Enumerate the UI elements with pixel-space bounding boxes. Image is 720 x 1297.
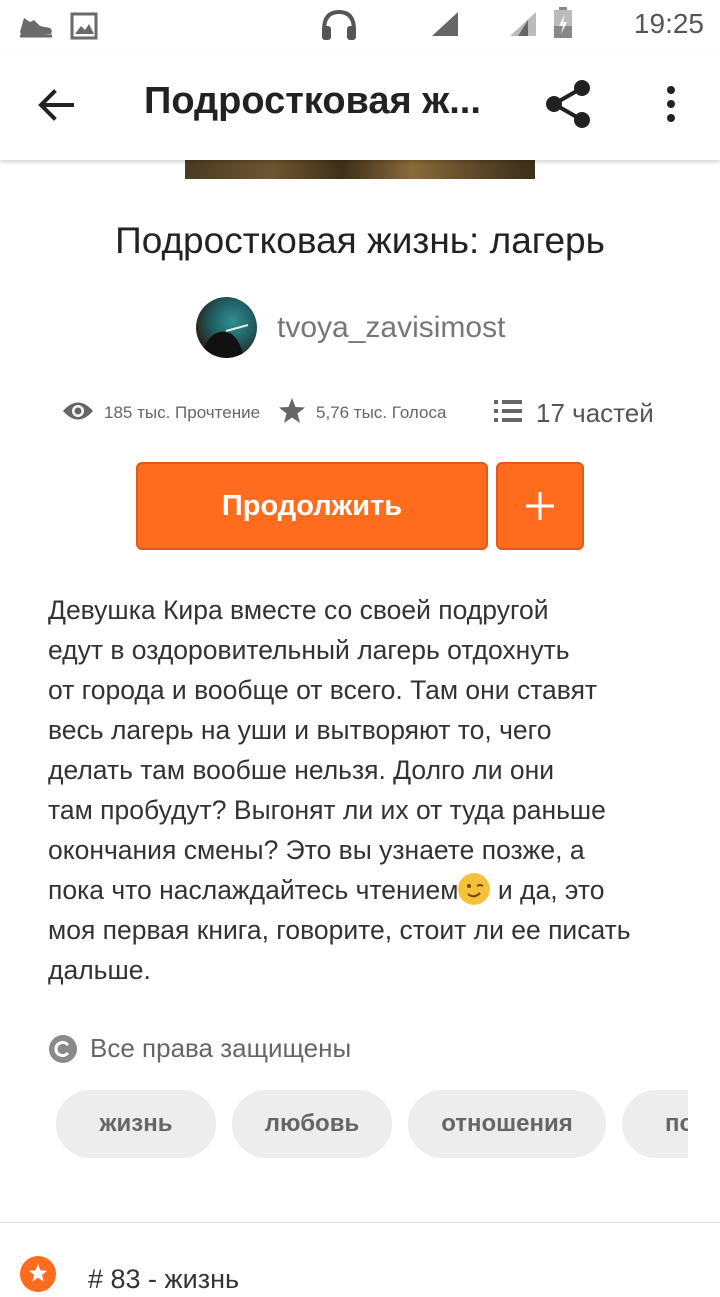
continue-reading-button[interactable]: Продолжить bbox=[136, 462, 488, 550]
eye-icon bbox=[62, 400, 94, 427]
tags-row[interactable]: жизнь любовь отношения под bbox=[56, 1090, 688, 1158]
parts-stat[interactable]: 17 частей bbox=[494, 390, 654, 436]
copyright-icon bbox=[48, 1034, 78, 1064]
description-line: окончания смены? Это вы узнаете позже, а bbox=[48, 835, 585, 865]
description-line: от города и вообще от всего. Там они ста… bbox=[48, 675, 598, 705]
more-vert-icon[interactable] bbox=[656, 84, 686, 124]
parts-count[interactable]: 17 частей bbox=[536, 398, 654, 429]
status-bar: 19:25 bbox=[0, 0, 720, 50]
tag-chip[interactable]: любовь bbox=[232, 1090, 392, 1158]
description-line: там пробудут? Выгонят ли их от туда рань… bbox=[48, 795, 606, 825]
story-description: Девушка Кира вместе со своей подругой ед… bbox=[48, 590, 688, 990]
copyright-text: Все права защищены bbox=[90, 1033, 352, 1063]
tag-chip[interactable]: отношения bbox=[408, 1090, 606, 1158]
signal-icon bbox=[508, 10, 538, 43]
status-time: 19:25 bbox=[633, 8, 704, 39]
reads-count: 185 тыс. Прочтение bbox=[104, 403, 261, 422]
image-icon bbox=[70, 12, 98, 45]
description-line: едут в оздоровительный лагерь отдохнуть bbox=[48, 635, 570, 665]
list-icon bbox=[494, 399, 522, 428]
section-divider bbox=[0, 1222, 720, 1223]
reads-stat: 185 тыс. Прочтение bbox=[62, 390, 260, 436]
battery-charging-icon bbox=[552, 6, 574, 45]
description-line: весь лагерь на уши и вытворяют то, чего bbox=[48, 715, 552, 745]
story-cover-image[interactable] bbox=[185, 160, 535, 179]
description-line: делать там вообше нельзя. Долго ли они bbox=[48, 755, 555, 785]
description-line: пока что наслаждайтесь чтением и да, это bbox=[48, 870, 688, 910]
app-toolbar: Подростковая ж... bbox=[0, 50, 720, 160]
signal-icon bbox=[430, 10, 460, 43]
description-line: дальше. bbox=[48, 955, 151, 985]
ranking-item[interactable]: # 83 - жизнь bbox=[0, 1250, 720, 1294]
story-stats: 185 тыс. Прочтение 5,76 тыс. Голоса 17 ч… bbox=[0, 390, 720, 436]
avatar[interactable] bbox=[196, 297, 257, 358]
votes-count: 5,76 тыс. Голоса bbox=[316, 403, 447, 422]
share-icon[interactable] bbox=[542, 78, 594, 130]
add-to-library-button[interactable] bbox=[496, 462, 584, 550]
story-title: Подростковая жизнь: лагерь bbox=[115, 220, 605, 261]
description-line: Девушка Кира вместе со своей подругой bbox=[48, 595, 549, 625]
sneaker-icon bbox=[18, 12, 54, 45]
wink-emoji-icon bbox=[458, 873, 491, 905]
description-line: моя первая книга, говорите, стоит ли ее … bbox=[48, 915, 631, 945]
tag-chip[interactable]: жизнь bbox=[56, 1090, 216, 1158]
votes-stat: 5,76 тыс. Голоса bbox=[278, 390, 446, 436]
star-icon bbox=[278, 397, 306, 430]
toolbar-title: Подростковая ж... bbox=[144, 80, 481, 122]
ranking-star-icon bbox=[20, 1256, 56, 1292]
author-name[interactable]: tvoya_zavisimost bbox=[277, 311, 505, 345]
back-arrow-icon[interactable] bbox=[34, 83, 78, 127]
tag-chip[interactable]: под bbox=[622, 1090, 688, 1158]
headset-icon bbox=[320, 8, 358, 47]
description-line-part: и да, это bbox=[497, 875, 605, 905]
plus-icon bbox=[526, 492, 554, 520]
description-line-part: пока что наслаждайтесь чтением bbox=[48, 875, 459, 905]
